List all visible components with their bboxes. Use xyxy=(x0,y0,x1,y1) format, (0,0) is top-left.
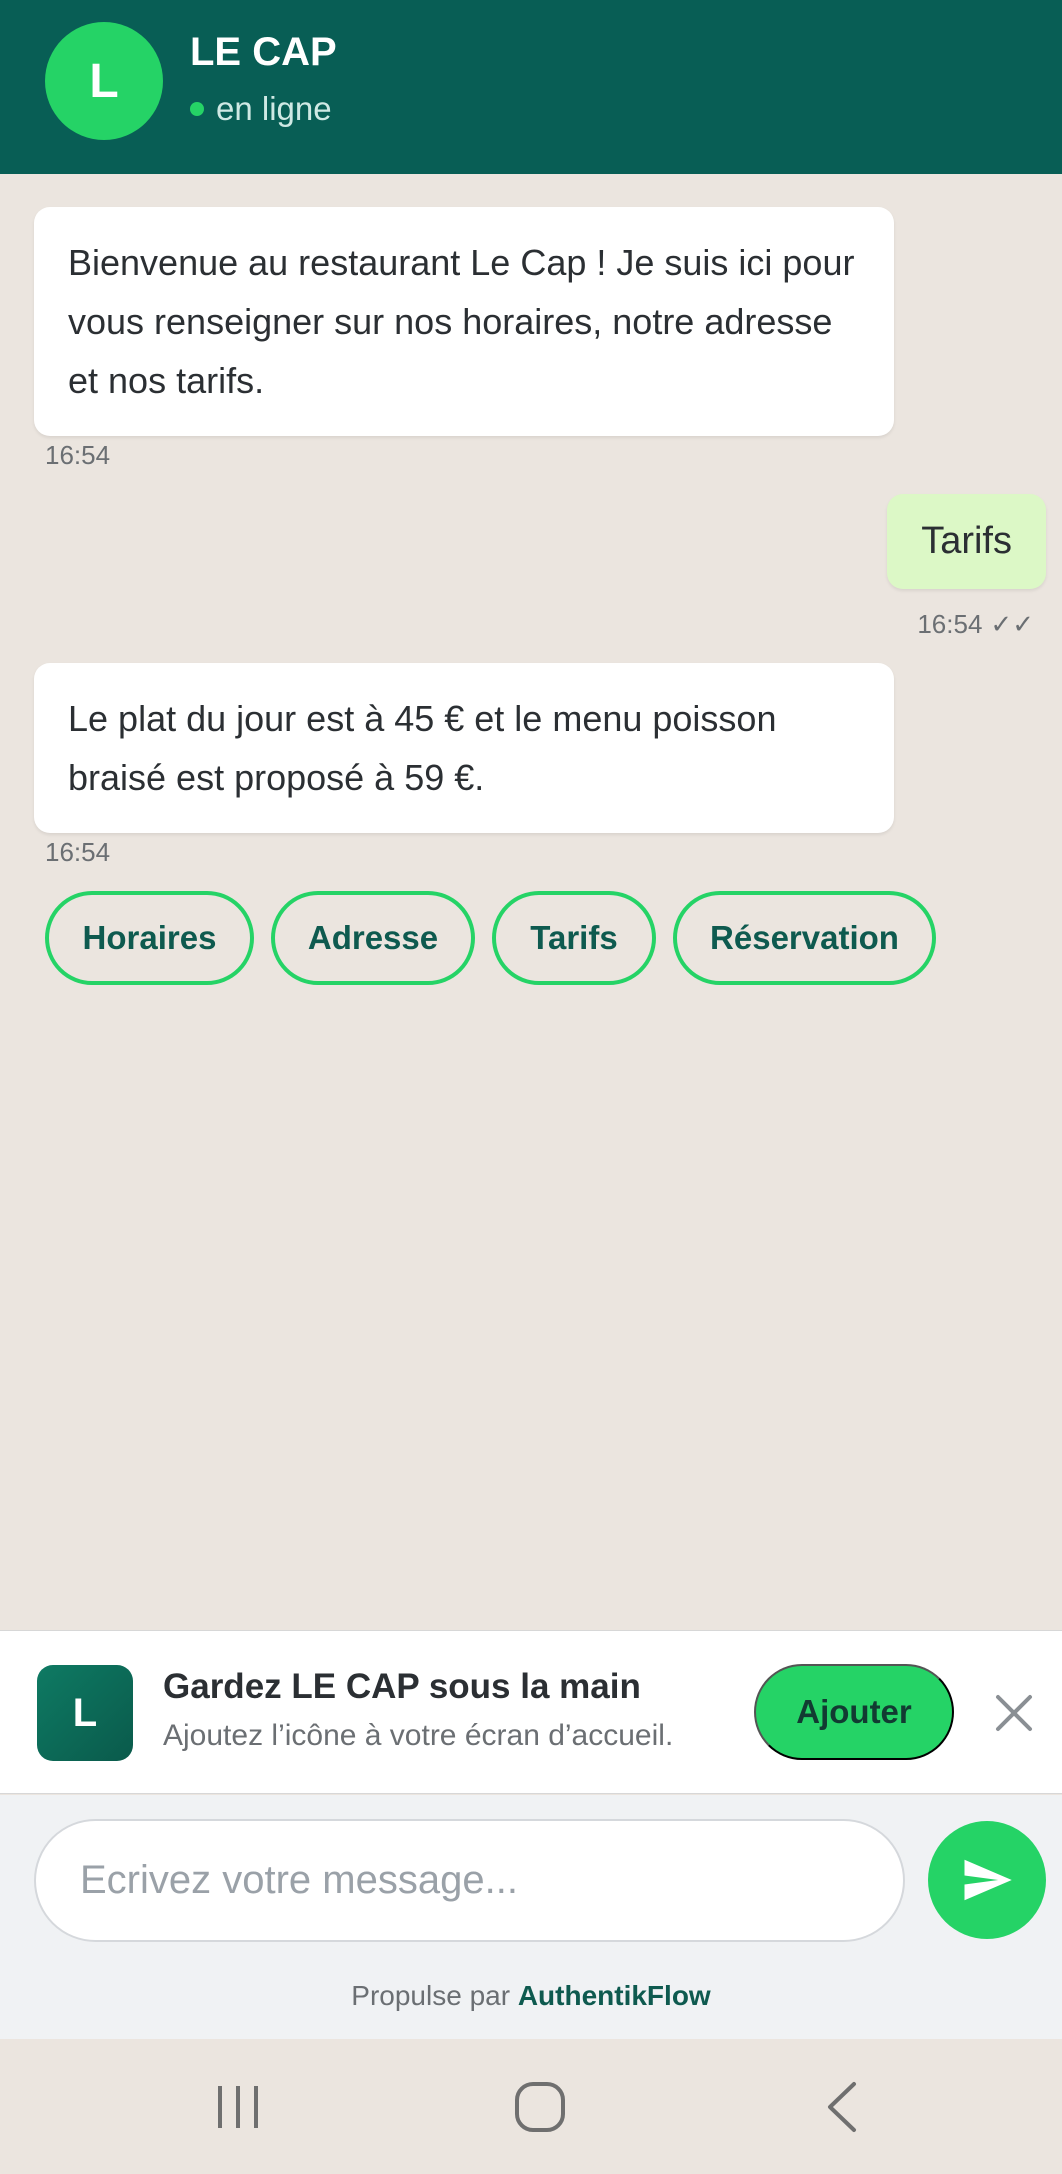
message-text: Le plat du jour est à 45 € et le menu po… xyxy=(68,698,777,798)
quick-reply-horaires[interactable]: Horaires xyxy=(45,891,254,985)
send-icon xyxy=(964,1859,1012,1901)
close-icon[interactable] xyxy=(990,1689,1038,1737)
powered-brand-link[interactable]: AuthentikFlow xyxy=(518,1980,711,2011)
banner-subtitle: Ajoutez l’icône à votre écran d’accueil. xyxy=(163,1719,674,1752)
message-time: 16:54 xyxy=(45,837,111,867)
back-icon[interactable] xyxy=(802,2075,882,2139)
online-dot-icon xyxy=(190,102,204,116)
send-button[interactable] xyxy=(928,1821,1046,1939)
incoming-message: Le plat du jour est à 45 € et le menu po… xyxy=(34,663,894,833)
banner-title: Gardez LE CAP sous la main xyxy=(163,1667,641,1706)
message-text: Tarifs xyxy=(921,520,1012,562)
message-input[interactable] xyxy=(34,1819,905,1942)
quick-reply-tarifs[interactable]: Tarifs xyxy=(492,891,656,985)
outgoing-message: Tarifs xyxy=(887,494,1046,589)
powered-prefix: Propulse par xyxy=(351,1980,511,2011)
online-status-label: en ligne xyxy=(216,90,332,127)
message-time: 16:54 xyxy=(917,609,983,639)
recent-apps-icon[interactable] xyxy=(198,2075,278,2139)
quick-reply-reservation[interactable]: Réservation xyxy=(673,891,936,985)
message-time: 16:54 xyxy=(45,440,111,470)
contact-name: LE CAP xyxy=(190,30,337,74)
app-icon: L xyxy=(37,1665,133,1761)
chat-header: L LE CAP en ligne xyxy=(0,0,1062,174)
quick-reply-adresse[interactable]: Adresse xyxy=(271,891,475,985)
avatar[interactable]: L xyxy=(45,22,163,140)
incoming-message: Bienvenue au restaurant Le Cap ! Je suis… xyxy=(34,207,894,436)
message-text: Bienvenue au restaurant Le Cap ! Je suis… xyxy=(68,242,855,401)
message-meta: 16:54 ✓✓ xyxy=(917,609,1034,640)
powered-by: Propulse par AuthentikFlow xyxy=(0,1980,1062,2012)
install-banner: L Gardez LE CAP sous la main Ajoutez l’i… xyxy=(0,1630,1062,1794)
quick-replies: Horaires Adresse Tarifs Réservation xyxy=(45,891,936,985)
system-nav-bar xyxy=(0,2039,1062,2174)
online-status: en ligne xyxy=(190,90,332,128)
read-ticks-icon: ✓✓ xyxy=(990,609,1034,639)
message-composer: Propulse par AuthentikFlow xyxy=(0,1795,1062,2039)
home-icon[interactable] xyxy=(500,2075,580,2139)
add-to-home-button[interactable]: Ajouter xyxy=(754,1664,954,1760)
